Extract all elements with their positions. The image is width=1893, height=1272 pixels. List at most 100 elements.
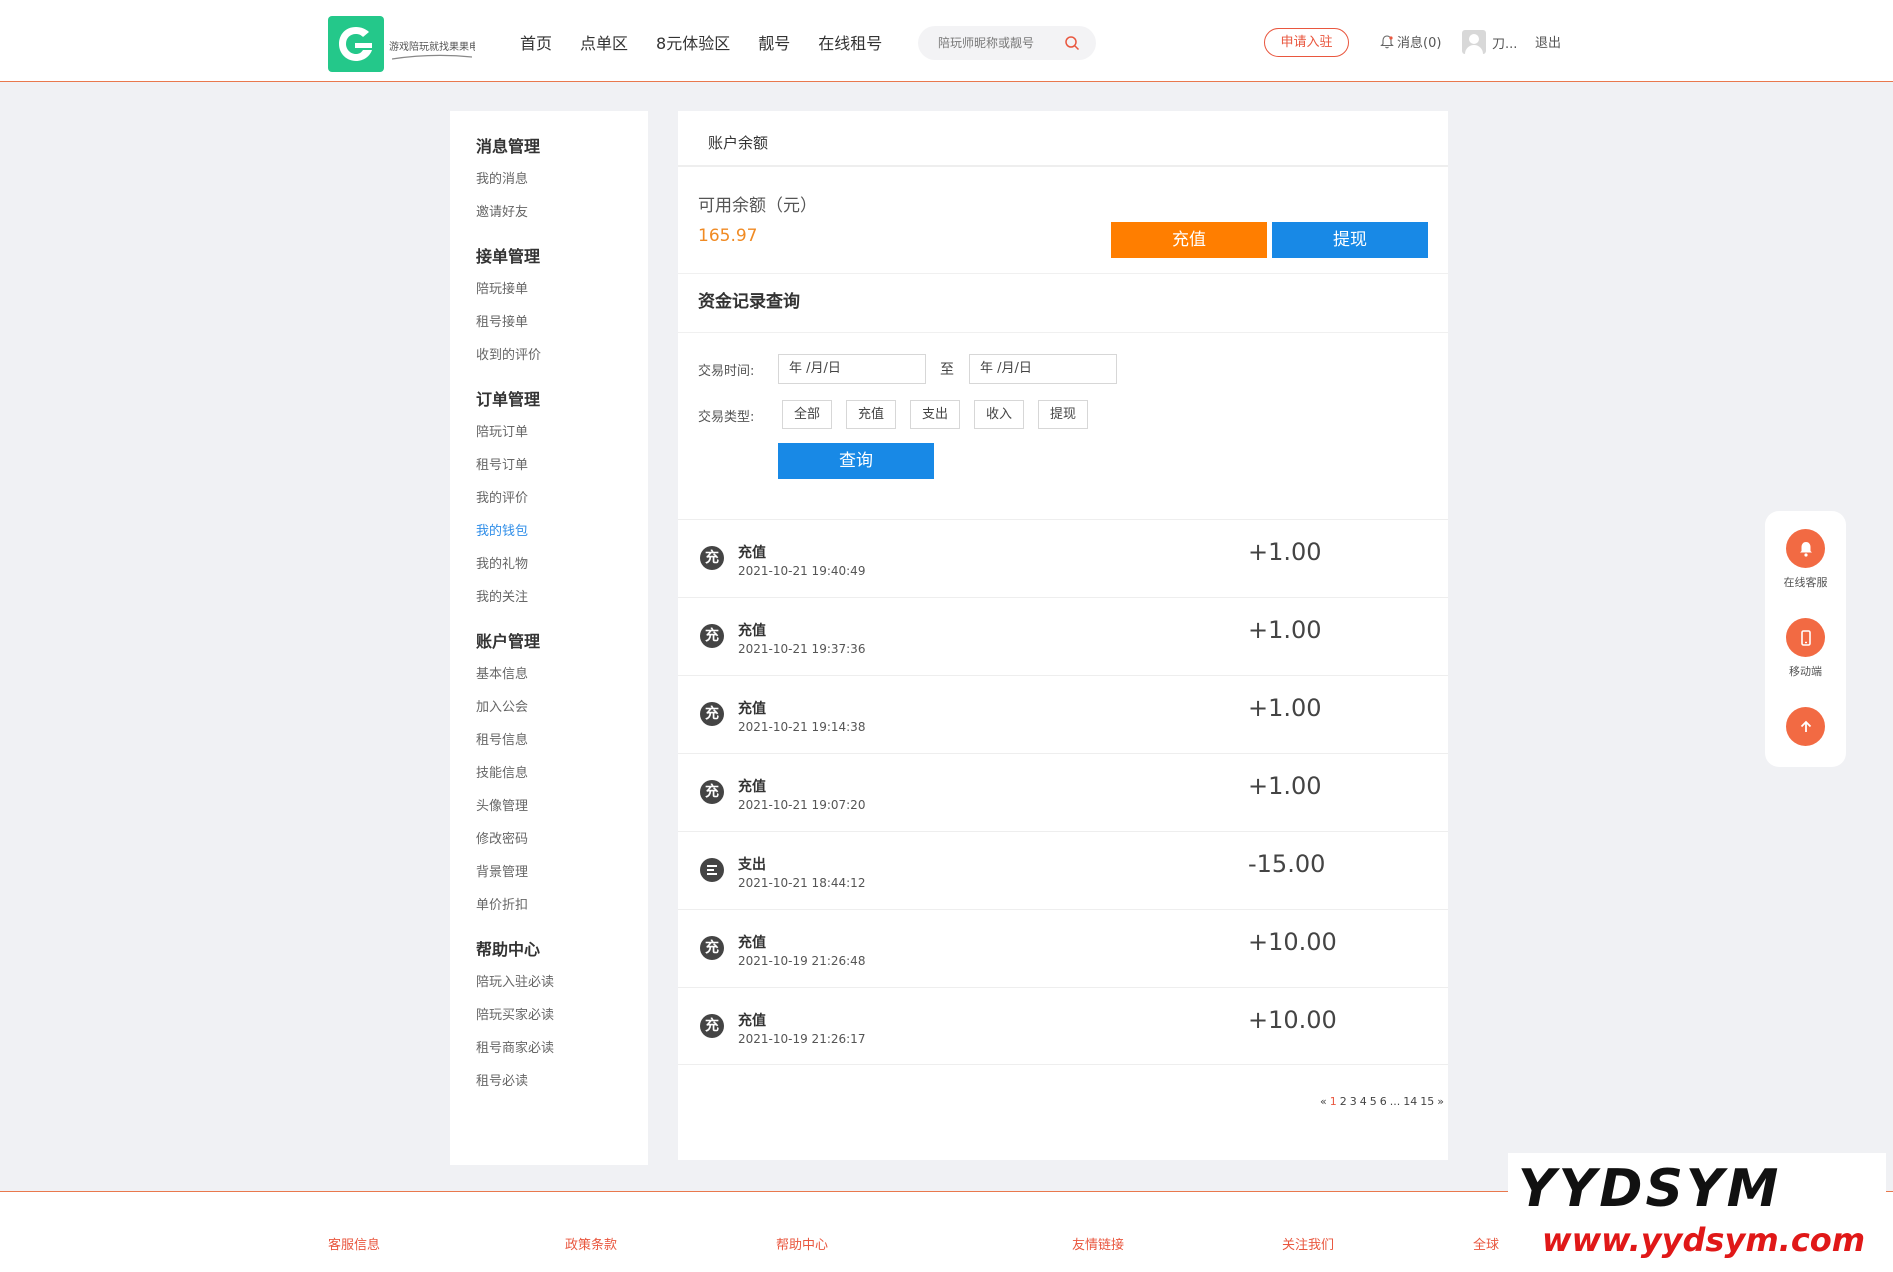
records-title: 资金记录查询 [678,273,1448,333]
date-to-input[interactable]: 年 /月/日 [969,354,1117,384]
wallet-panel: 账户余额 可用余额（元） 165.97 充值 提现 资金记录查询 交易时间: 年… [678,111,1448,1160]
page-link-current[interactable]: 1 [1330,1095,1337,1108]
sidebar-item-companion-orders[interactable]: 陪玩订单 [476,416,648,449]
sidebar-item-rent-info[interactable]: 租号信息 [476,724,648,757]
sidebar-item-change-password[interactable]: 修改密码 [476,823,648,856]
sidebar-item-my-gifts[interactable]: 我的礼物 [476,548,648,581]
nav-rent-account[interactable]: 在线租号 [818,30,882,54]
nav-premium-id[interactable]: 靓号 [758,30,790,54]
record-amount: +10.00 [1248,928,1337,956]
mobile-button[interactable]: 移动端 [1765,618,1846,679]
mobile-label: 移动端 [1789,665,1822,678]
sidebar-item-my-wallet[interactable]: 我的钱包 [476,515,648,548]
date-to-label: 至 [940,362,954,378]
sidebar-item-avatar-manage[interactable]: 头像管理 [476,790,648,823]
sidebar-item-join-guild[interactable]: 加入公会 [476,691,648,724]
record-time: 2021-10-21 19:40:49 [738,564,866,578]
footer-col-follow: 关注我们 [1282,1238,1335,1253]
footer-col-global: 全球 [1473,1238,1500,1253]
recharge-icon: 充 [700,624,724,648]
nav-order-zone[interactable]: 点单区 [580,30,628,54]
sidebar-item-companion-accept[interactable]: 陪玩接单 [476,273,648,306]
sidebar-item-invite-friends[interactable]: 邀请好友 [476,196,648,229]
balance-label: 可用余额（元） [698,196,817,216]
search-icon[interactable] [1064,35,1080,51]
avatar [1462,30,1486,54]
sidebar-item-companion-join-guide[interactable]: 陪玩入驻必读 [476,966,648,999]
sidebar-item-rent-accept[interactable]: 租号接单 [476,306,648,339]
sidebar-item-rent-orders[interactable]: 租号订单 [476,449,648,482]
mobile-phone-icon [1786,618,1825,657]
record-row: 充 充值 2021-10-21 19:37:36 +1.00 [678,597,1448,675]
record-time: 2021-10-19 21:26:48 [738,954,866,968]
nav-trial-zone[interactable]: 8元体验区 [656,30,730,54]
record-time: 2021-10-21 19:37:36 [738,642,866,656]
page-link[interactable]: 3 [1350,1095,1357,1108]
type-all-button[interactable]: 全部 [782,400,832,429]
sidebar-group-help: 帮助中心 陪玩入驻必读 陪玩买家必读 租号商家必读 租号必读 [476,934,648,1098]
prev-page-link[interactable]: « [1320,1095,1327,1108]
next-page-link[interactable]: » [1437,1095,1444,1108]
page-link[interactable]: 2 [1340,1095,1347,1108]
recharge-button[interactable]: 充值 [1111,222,1267,258]
sidebar-item-buyer-guide[interactable]: 陪玩买家必读 [476,999,648,1032]
sidebar-item-basic-info[interactable]: 基本信息 [476,658,648,691]
sidebar-item-my-reviews[interactable]: 我的评价 [476,482,648,515]
record-time: 2021-10-19 21:26:17 [738,1032,866,1046]
logo-slogan: 游戏陪玩就找果果电竞 [389,42,475,53]
sidebar-group-account: 账户管理 基本信息 加入公会 租号信息 技能信息 头像管理 修改密码 背景管理 … [476,626,648,922]
apply-join-button[interactable]: 申请入驻 [1264,28,1349,57]
date-from-input[interactable]: 年 /月/日 [778,354,926,384]
page-link[interactable]: 6 [1380,1095,1387,1108]
type-expense-button[interactable]: 支出 [910,400,960,429]
sidebar-group-orders: 订单管理 陪玩订单 租号订单 我的评价 我的钱包 我的礼物 我的关注 [476,384,648,614]
search-input[interactable] [938,34,1068,52]
back-to-top-button[interactable] [1765,707,1846,746]
footer-col-help: 帮助中心 [776,1238,829,1253]
page-title: 账户余额 [678,111,1448,167]
type-income-button[interactable]: 收入 [974,400,1024,429]
sidebar-item-my-messages[interactable]: 我的消息 [476,163,648,196]
sidebar-item-skill-info[interactable]: 技能信息 [476,757,648,790]
sidebar-item-rent-merchant-guide[interactable]: 租号商家必读 [476,1032,648,1065]
sidebar-group-title: 帮助中心 [476,940,541,959]
bell-icon [1380,34,1394,48]
recharge-icon: 充 [700,780,724,804]
record-time: 2021-10-21 19:14:38 [738,720,866,734]
sidebar-item-price-discount[interactable]: 单价折扣 [476,889,648,922]
sidebar-item-rent-guide[interactable]: 租号必读 [476,1065,648,1098]
page-ellipsis: ... [1389,1095,1401,1108]
record-type: 充值 [738,935,766,951]
record-row: 充 充值 2021-10-21 19:40:49 +1.00 [678,519,1448,597]
sidebar-item-my-follows[interactable]: 我的关注 [476,581,648,614]
record-row: 充 充值 2021-10-19 21:26:48 +10.00 [678,909,1448,987]
withdraw-button[interactable]: 提现 [1272,222,1428,258]
nav-home[interactable]: 首页 [520,30,552,54]
watermark-brand: YYDSYM [1518,1159,1782,1219]
query-button[interactable]: 查询 [778,443,934,479]
dolphin-logo-icon [339,27,372,61]
user-menu[interactable]: 刀... [1462,30,1517,54]
site-logo[interactable] [328,16,384,72]
page-link[interactable]: 5 [1370,1095,1377,1108]
record-row: 充 充值 2021-10-19 21:26:17 +10.00 [678,987,1448,1065]
sidebar-item-received-reviews[interactable]: 收到的评价 [476,339,648,372]
type-withdraw-button[interactable]: 提现 [1038,400,1088,429]
type-recharge-button[interactable]: 充值 [846,400,896,429]
page-link[interactable]: 4 [1360,1095,1367,1108]
watermark-url: www.yydsym.com [1542,1221,1866,1259]
page-link[interactable]: 15 [1420,1095,1434,1108]
messages-link[interactable]: 消息(0) [1380,32,1441,51]
time-filter-label: 交易时间: [698,364,755,379]
record-time: 2021-10-21 18:44:12 [738,876,866,890]
logout-link[interactable]: 退出 [1535,32,1561,51]
arrow-up-icon [1786,707,1825,746]
record-amount: +1.00 [1248,616,1322,644]
recharge-icon: 充 [700,546,724,570]
service-bell-icon [1786,529,1825,568]
sidebar-group-title: 接单管理 [476,247,541,266]
sidebar-item-background-manage[interactable]: 背景管理 [476,856,648,889]
page-link[interactable]: 14 [1403,1095,1417,1108]
record-amount: -15.00 [1248,850,1326,878]
online-service-button[interactable]: 在线客服 [1765,529,1846,590]
